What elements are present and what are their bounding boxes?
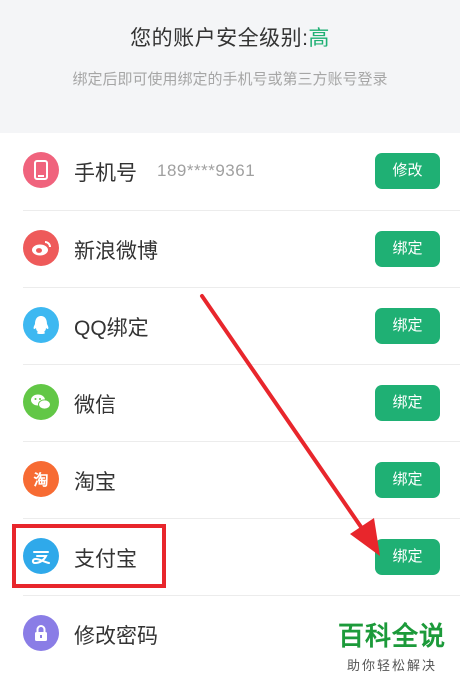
qq-label: QQ绑定 xyxy=(74,317,149,340)
account-binding-list: 手机号 189****9361 修改 新浪微博 绑定 QQ绑定 绑定 微信 绑定… xyxy=(0,133,460,684)
weibo-label: 新浪微博 xyxy=(74,240,158,263)
taobao-label: 淘宝 xyxy=(74,471,116,494)
list-item-qq[interactable]: QQ绑定 绑定 xyxy=(0,288,460,365)
bind-alipay-button[interactable]: 绑定 xyxy=(375,539,440,575)
security-level-title: 您的账户安全级别:高 xyxy=(0,22,460,52)
bind-taobao-button[interactable]: 绑定 xyxy=(375,462,440,498)
bind-weibo-button[interactable]: 绑定 xyxy=(375,231,440,267)
alipay-highlight-box xyxy=(12,524,166,588)
list-item-taobao[interactable]: 淘 淘宝 绑定 xyxy=(0,442,460,519)
list-item-weibo[interactable]: 新浪微博 绑定 xyxy=(0,211,460,288)
bind-qq-button[interactable]: 绑定 xyxy=(375,308,440,344)
phone-label: 手机号 xyxy=(74,162,137,185)
qq-icon xyxy=(23,307,59,343)
change-password-label: 修改密码 xyxy=(74,625,158,648)
phone-icon xyxy=(23,152,59,188)
wechat-label: 微信 xyxy=(74,394,116,417)
weibo-icon xyxy=(23,230,59,266)
watermark-main-text: 百科全说 xyxy=(337,621,446,651)
list-item-wechat[interactable]: 微信 绑定 xyxy=(0,365,460,442)
wechat-icon xyxy=(23,384,59,420)
phone-number: 189****9361 xyxy=(157,161,256,180)
bind-wechat-button[interactable]: 绑定 xyxy=(375,385,440,421)
security-header: 您的账户安全级别:高 绑定后即可使用绑定的手机号或第三方账号登录 xyxy=(0,0,460,120)
taobao-icon: 淘 xyxy=(23,461,59,497)
list-item-phone[interactable]: 手机号 189****9361 修改 xyxy=(0,133,460,210)
security-level-value: 高 xyxy=(308,27,330,50)
modify-phone-button[interactable]: 修改 xyxy=(375,153,440,189)
security-level-prefix: 您的账户安全级别: xyxy=(130,27,309,50)
watermark-logo: 百科全说 助你轻松解决 xyxy=(338,616,446,674)
lock-icon xyxy=(23,615,59,651)
security-subtitle: 绑定后即可使用绑定的手机号或第三方账号登录 xyxy=(72,71,388,88)
watermark-sub-text: 助你轻松解决 xyxy=(346,658,437,673)
